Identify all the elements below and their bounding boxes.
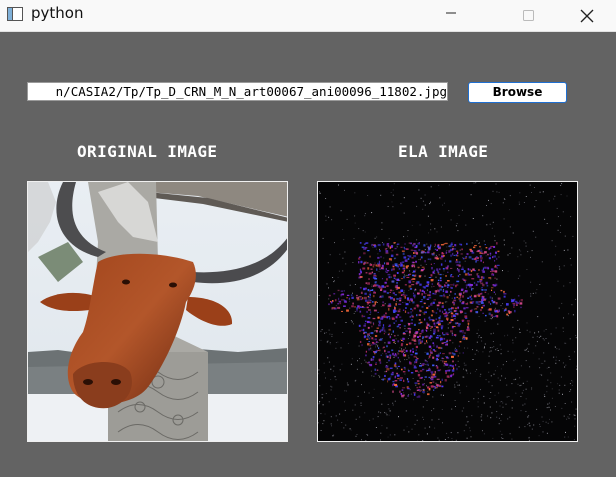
minimize-icon: [446, 12, 456, 14]
window-icon: [7, 6, 23, 21]
minimize-button[interactable]: [428, 0, 474, 31]
original-image-heading: ORIGINAL IMAGE: [77, 142, 218, 161]
maximize-icon: [523, 10, 534, 21]
close-button[interactable]: [563, 0, 609, 31]
ela-image-heading: ELA IMAGE: [398, 142, 489, 161]
file-path-input[interactable]: n/CASIA2/Tp/Tp_D_CRN_M_N_art00067_ani000…: [27, 82, 448, 101]
maximize-button[interactable]: [505, 0, 551, 31]
title-bar: python: [0, 0, 616, 32]
close-icon: [580, 9, 594, 23]
ela-image: [317, 181, 578, 442]
window-title: python: [31, 4, 84, 22]
browse-button[interactable]: Browse: [468, 82, 567, 103]
file-path-text: n/CASIA2/Tp/Tp_D_CRN_M_N_art00067_ani000…: [55, 84, 447, 99]
original-image: [27, 181, 288, 442]
